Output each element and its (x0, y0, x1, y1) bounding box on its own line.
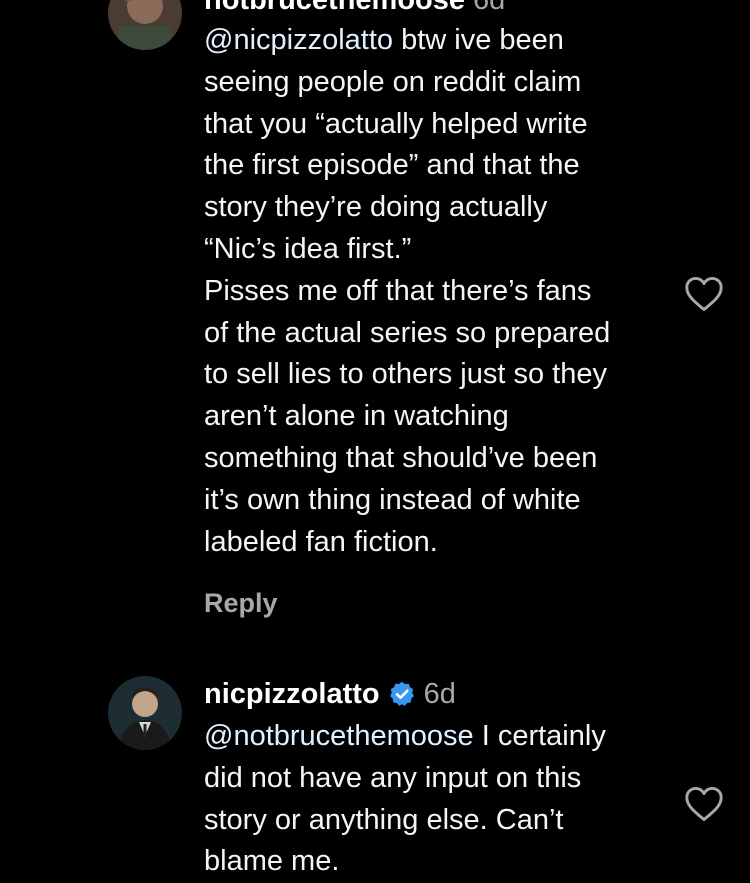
reply-button[interactable]: Reply (204, 588, 278, 619)
comment2-body: @notbrucethemoose I certainly did not ha… (204, 716, 674, 883)
mention-link[interactable]: @notbrucethemoose (204, 720, 474, 752)
comment1-line: “Nic’s idea first.” (204, 232, 412, 265)
comment1-timestamp: 6d (473, 0, 506, 16)
comment1-line: labeled fan fiction. (204, 525, 438, 558)
comment2-username[interactable]: nicpizzolatto (204, 676, 380, 712)
comment1-username[interactable]: notbrucethemoose (204, 0, 465, 18)
comment2-line: did not have any input on this (204, 761, 582, 794)
comment2-line: blame me. (204, 845, 340, 878)
comment1-line: of the actual series so prepared (204, 316, 611, 349)
comment1-line: that you “actually helped write (204, 107, 588, 140)
verified-badge-icon (388, 680, 416, 708)
comment1-line: it’s own thing instead of white (204, 483, 581, 516)
avatar-notbrucethemoose[interactable] (108, 0, 182, 50)
comment1-line: aren’t alone in watching (204, 400, 509, 433)
comment1-line: seeing people on reddit claim (204, 65, 582, 98)
comment1-line: @nicpizzolatto btw ive been (204, 24, 564, 56)
comment1-line: story they’re doing actually (204, 191, 548, 224)
comment2-header: nicpizzolatto 6d (204, 676, 456, 712)
comment1-line: something that should’ve been (204, 441, 598, 474)
comment1-line: Pisses me off that there’s fans (204, 274, 592, 307)
comment2-timestamp: 6d (423, 678, 456, 710)
comment1-body: @nicpizzolatto btw ive been seeing peopl… (204, 20, 674, 563)
mention-link[interactable]: @nicpizzolatto (204, 24, 393, 56)
avatar-nicpizzolatto[interactable] (108, 676, 182, 750)
heart-outline-icon[interactable] (684, 276, 724, 312)
comment2-line: story or anything else. Can’t (204, 803, 564, 836)
heart-outline-icon[interactable] (684, 786, 724, 822)
comment1-line: to sell lies to others just so they (204, 358, 607, 391)
comment1-line: the first episode” and that the (204, 149, 580, 182)
comment2-line: @notbrucethemoose I certainly (204, 720, 606, 752)
comment1-header: notbrucethemoose 6d (204, 0, 505, 18)
